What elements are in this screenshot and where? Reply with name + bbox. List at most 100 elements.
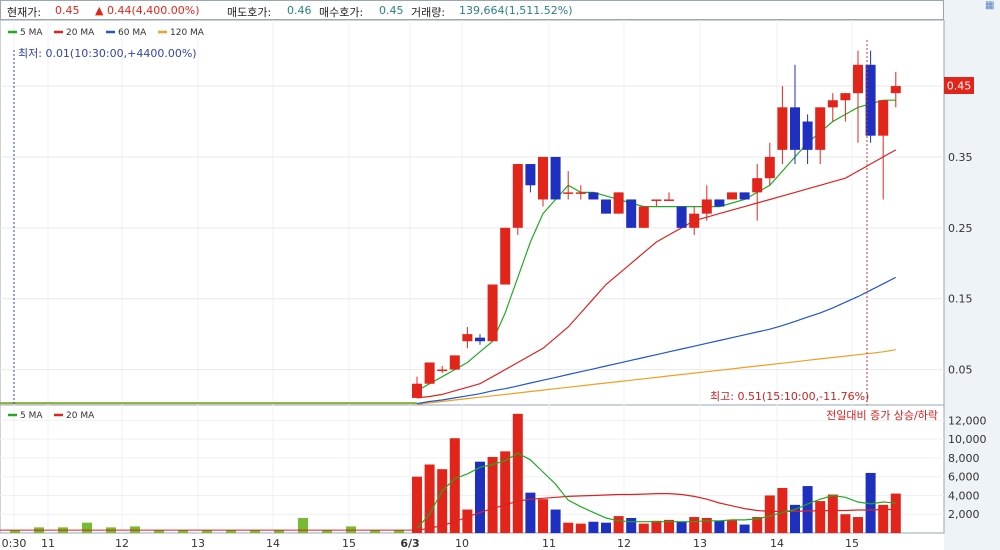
- candle-body: [827, 100, 838, 108]
- time-tick-label: 0:30: [2, 537, 27, 550]
- volume-bar: [764, 495, 775, 533]
- volume-tick-label: 2,000: [948, 508, 980, 521]
- volume-bar: [512, 413, 523, 533]
- prev-volume-bar: [82, 522, 92, 533]
- candle-body: [538, 156, 548, 200]
- grid-icon[interactable]: ▦: [985, 0, 994, 11]
- candle-body: [638, 206, 649, 228]
- volume-bar: [815, 501, 826, 533]
- current-price-value: 0.45: [55, 4, 80, 17]
- volume-tick-label: 12,000: [948, 414, 987, 427]
- stock-chart: 0.45 0.35 0.25 0.15 0.05 0:30 11 12 13 14 15 6/3 10 1…: [0, 20, 987, 550]
- volume-tick-label: 10,000: [948, 433, 987, 446]
- candle-body: [714, 199, 725, 207]
- volume-bar: [575, 523, 586, 533]
- candle-body: [412, 383, 422, 398]
- price-tick-label: 0.25: [948, 222, 973, 235]
- time-tick-label: 15: [342, 537, 356, 550]
- volume-bar: [676, 521, 687, 533]
- volume-bar: [475, 461, 485, 533]
- volume-tick-label: 6,000: [948, 471, 980, 484]
- candle-body: [563, 192, 574, 194]
- candle-body: [701, 199, 712, 214]
- low-annotation: 최저: 0.01(10:30:00,+4400.00%): [18, 47, 197, 60]
- volume-bar: [890, 493, 901, 533]
- volume-bar: [827, 494, 838, 533]
- volume-bar: [840, 514, 851, 533]
- candle-body: [601, 199, 611, 214]
- volume-bar: [500, 451, 511, 533]
- prev-volume-bar: [298, 517, 308, 533]
- volume-bar: [802, 486, 813, 533]
- candle-body: [462, 334, 473, 342]
- quote-header: 현재가: 0.45 ▲ 0.44(4,400.00%) 매도호가: 0.46 매…: [0, 0, 944, 20]
- volume-bar: [853, 517, 863, 533]
- legend-label: 120 MA: [170, 28, 205, 38]
- candle-body: [626, 199, 637, 228]
- candle-body: [802, 121, 813, 150]
- bid-price-value: 0.45: [379, 4, 404, 17]
- price-change-value: 0.44(4,400.00%): [107, 4, 200, 17]
- volume-bar: [689, 517, 700, 533]
- volume-bar: [550, 509, 561, 533]
- candle-body: [613, 192, 624, 214]
- time-tick-label: 12: [115, 537, 129, 550]
- volume-bar: [449, 438, 460, 533]
- candle-body: [437, 369, 448, 372]
- time-tick-label: 11: [41, 537, 55, 550]
- price-tick-label: 0.35: [948, 151, 973, 164]
- time-tick-label: 14: [770, 537, 784, 550]
- time-tick-label: 11: [542, 537, 556, 550]
- candle-body: [853, 64, 863, 94]
- volume-label: 거래량:: [411, 6, 446, 19]
- candle-body: [424, 362, 435, 384]
- candle-body: [790, 107, 800, 150]
- volume-bar: [613, 516, 624, 533]
- volume-bar: [714, 520, 725, 533]
- volume-bar: [487, 456, 498, 533]
- candle-body: [664, 199, 674, 201]
- candle-body: [777, 107, 788, 150]
- ask-price-value: 0.46: [287, 4, 312, 17]
- volume-bar: [601, 522, 611, 533]
- time-tick-label: 12: [617, 537, 631, 550]
- volume-tick-label: 4,000: [948, 489, 980, 502]
- ask-price-label: 매도호가:: [227, 6, 272, 19]
- legend-label: 5 MA: [20, 411, 43, 421]
- volume-bar: [727, 519, 737, 533]
- candle-body: [651, 199, 662, 201]
- bid-price-label: 매수호가:: [319, 6, 364, 19]
- candle-body: [575, 192, 586, 194]
- candle-body: [550, 156, 561, 200]
- volume-bar: [651, 520, 662, 533]
- time-tick-label: 6/3: [400, 537, 419, 550]
- volume-bar: [777, 487, 788, 533]
- volume-bar: [538, 499, 548, 533]
- price-tick-label: 0.15: [948, 293, 973, 306]
- volume-bar: [626, 517, 637, 533]
- candle-body: [764, 156, 775, 179]
- candle-body: [676, 206, 687, 228]
- volume-bar: [588, 521, 599, 533]
- price-tick-label: 0.05: [948, 364, 973, 377]
- time-tick-label: 13: [191, 537, 205, 550]
- time-tick-label: 13: [693, 537, 707, 550]
- volume-bar: [563, 522, 574, 533]
- volume-value: 139,664(1,511.52%): [459, 4, 573, 17]
- legend-label: 60 MA: [118, 28, 147, 38]
- candle-body: [525, 164, 536, 186]
- candle-body: [878, 100, 889, 136]
- volume-bar: [462, 509, 473, 533]
- candle-body: [487, 284, 498, 342]
- candle-body: [475, 337, 485, 342]
- volume-tick-label: 8,000: [948, 452, 980, 465]
- price-panel-frame: [0, 20, 945, 406]
- candle-body: [588, 192, 599, 200]
- candle-body: [512, 164, 523, 228]
- current-price-tag-label: 0.45: [947, 80, 972, 93]
- candle-body: [840, 93, 851, 101]
- time-tick-label: 15: [845, 537, 859, 550]
- candle-body: [890, 86, 901, 94]
- candle-body: [500, 227, 511, 285]
- candle-body: [449, 355, 460, 370]
